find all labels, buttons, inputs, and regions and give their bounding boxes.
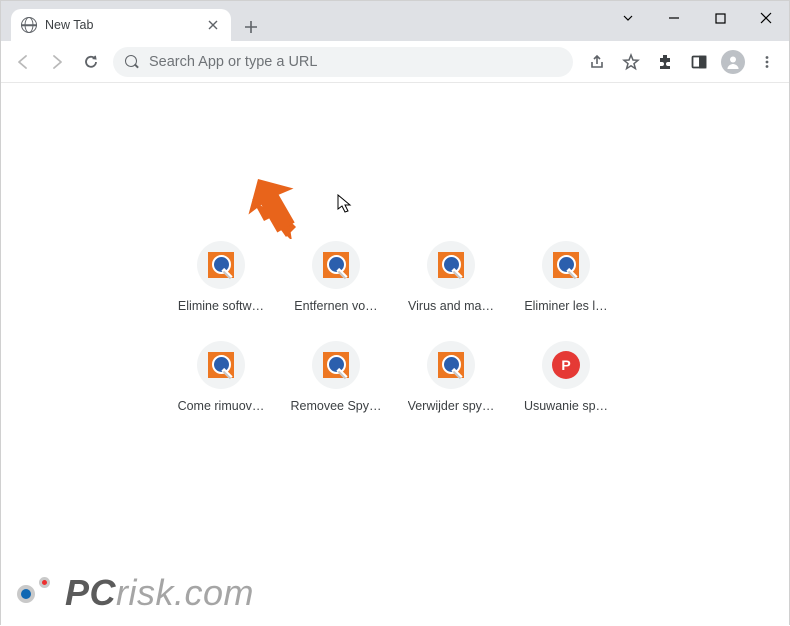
omnibox-input[interactable] xyxy=(149,54,561,70)
shortcut-icon xyxy=(197,241,245,289)
tab-strip: New Tab xyxy=(1,1,265,41)
profile-avatar[interactable] xyxy=(717,46,749,78)
new-tab-button[interactable] xyxy=(237,13,265,41)
shortcut-tile[interactable]: Come rimuov… xyxy=(165,341,277,413)
shortcut-label: Verwijder spy… xyxy=(408,399,495,413)
cursor-icon xyxy=(337,194,353,214)
back-button[interactable] xyxy=(7,46,39,78)
shortcut-label: Usuwanie sp… xyxy=(524,399,608,413)
caret-down-icon[interactable] xyxy=(605,1,651,35)
minimize-button[interactable] xyxy=(651,1,697,35)
letter-icon: P xyxy=(552,351,580,379)
search-icon xyxy=(125,55,139,69)
shortcut-tile[interactable]: Elimine softw… xyxy=(165,241,277,313)
shortcut-icon xyxy=(427,341,475,389)
watermark-logo-icon xyxy=(15,573,63,613)
toolbar xyxy=(1,41,789,83)
shortcut-label: Removee Spy… xyxy=(290,399,381,413)
shortcut-tile[interactable]: Entfernen vo… xyxy=(280,241,392,313)
menu-button[interactable] xyxy=(751,46,783,78)
shortcut-label: Entfernen vo… xyxy=(294,299,377,313)
shortcut-icon xyxy=(197,341,245,389)
shortcut-tile[interactable]: Removee Spy… xyxy=(280,341,392,413)
maximize-button[interactable] xyxy=(697,1,743,35)
shortcut-icon: P xyxy=(542,341,590,389)
shortcut-icon xyxy=(427,241,475,289)
shortcut-tile[interactable]: Verwijder spy… xyxy=(395,341,507,413)
annotation-arrow-icon xyxy=(239,171,309,241)
shortcut-icon xyxy=(542,241,590,289)
shortcut-icon xyxy=(312,241,360,289)
browser-tab[interactable]: New Tab xyxy=(11,9,231,41)
sidepanel-icon[interactable] xyxy=(683,46,715,78)
share-icon[interactable] xyxy=(581,46,613,78)
shortcut-label: Virus and ma… xyxy=(408,299,494,313)
shortcut-label: Come rimuov… xyxy=(178,399,265,413)
shortcut-label: Eliminer les l… xyxy=(524,299,607,313)
bookmark-star-icon[interactable] xyxy=(615,46,647,78)
watermark-text: PCrisk.com xyxy=(65,572,254,614)
omnibox[interactable] xyxy=(113,47,573,77)
globe-icon xyxy=(21,17,37,33)
titlebar: New Tab xyxy=(1,1,789,41)
shortcuts-grid: Elimine softw… Entfernen vo… Virus and m… xyxy=(165,241,625,413)
close-tab-icon[interactable] xyxy=(205,17,221,33)
extensions-icon[interactable] xyxy=(649,46,681,78)
watermark: PCrisk.com xyxy=(15,572,254,614)
shortcut-tile[interactable]: Eliminer les l… xyxy=(510,241,622,313)
close-window-button[interactable] xyxy=(743,1,789,35)
shortcut-icon xyxy=(312,341,360,389)
tab-title: New Tab xyxy=(45,18,205,32)
shortcut-tile[interactable]: Virus and ma… xyxy=(395,241,507,313)
toolbar-right xyxy=(581,46,783,78)
shortcut-label: Elimine softw… xyxy=(178,299,264,313)
new-tab-page: Elimine softw… Entfernen vo… Virus and m… xyxy=(1,83,789,626)
window-controls xyxy=(605,1,789,35)
forward-button[interactable] xyxy=(41,46,73,78)
shortcut-tile[interactable]: P Usuwanie sp… xyxy=(510,341,622,413)
annotation-arrow xyxy=(244,179,304,239)
reload-button[interactable] xyxy=(75,46,107,78)
